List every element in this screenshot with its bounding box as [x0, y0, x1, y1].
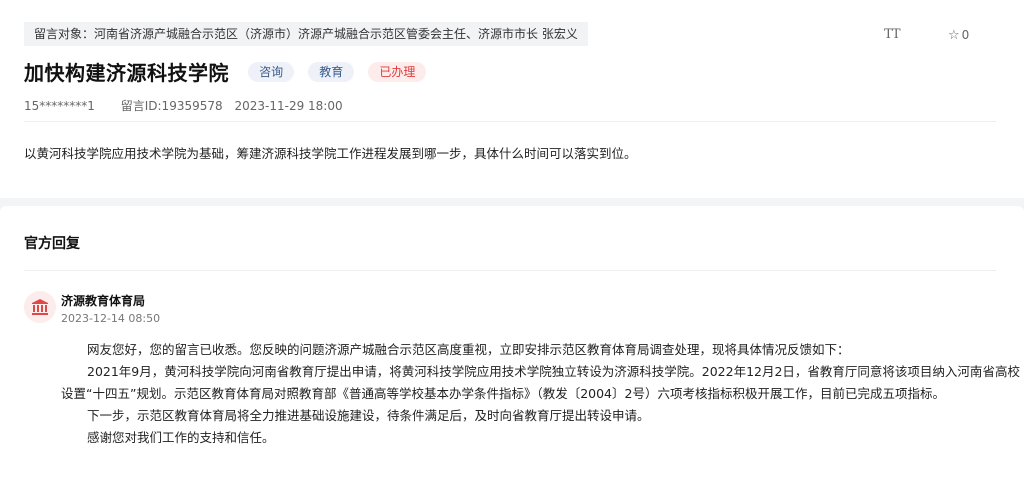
page-title: 加快构建济源科技学院 [24, 61, 229, 85]
government-building-icon [24, 291, 56, 323]
reply-card: 官方回复 济源教育体育局 2023-12-14 08:50 网友您好，您的留言已… [0, 206, 1024, 485]
status-badge: 已办理 [368, 61, 427, 82]
divider [24, 121, 996, 122]
star-icon: ☆ [948, 28, 960, 43]
reply-date: 2023-12-14 08:50 [61, 312, 161, 325]
reply-content: 网友您好，您的留言已收悉。您反映的问题济源产城融合示范区高度重视，立即安排示范区… [61, 339, 1020, 449]
favorite-count: 0 [961, 28, 970, 42]
reply-department: 济源教育体育局 [61, 294, 146, 308]
favorite-button[interactable]: ☆ 0 [948, 28, 969, 43]
reply-paragraph: 下一步，示范区教育体育局将全力推进基础设施建设，待条件满足后，及时向省教育厅提出… [87, 408, 650, 423]
tag-inquiry[interactable]: 咨询 [248, 61, 295, 82]
reply-section-title: 官方回复 [24, 236, 80, 252]
reply-paragraph: 设置“十四五”规划。示范区教育体育局对照教育部《普通高等学校基本办学条件指标》（… [61, 386, 945, 401]
font-size-icon[interactable]: TT [884, 27, 901, 42]
author-id: 15********1 [24, 99, 95, 113]
reply-paragraph: 2021年9月，黄河科技学院向河南省教育厅提出申请，将黄河科技学院应用技术学院独… [87, 364, 1020, 379]
tag-education[interactable]: 教育 [308, 61, 355, 82]
message-content: 以黄河科技学院应用技术学院为基础，筹建济源科技学院工作进程发展到哪一步，具体什么… [24, 146, 637, 161]
message-id: 留言ID:19359578 [120, 99, 223, 113]
divider [24, 270, 996, 271]
title-row: 加快构建济源科技学院 咨询 教育 已办理 [24, 57, 427, 85]
message-meta: 15********1 留言ID:19359578 2023-11-29 18:… [24, 97, 365, 114]
reply-paragraph: 网友您好，您的留言已收悉。您反映的问题济源产城融合示范区高度重视，立即安排示范区… [87, 342, 850, 357]
message-target: 留言对象：河南省济源产城融合示范区（济源市）济源产城融合示范区管委会主任、济源市… [24, 22, 588, 46]
message-datetime: 2023-11-29 18:00 [234, 99, 343, 113]
message-card: 留言对象：河南省济源产城融合示范区（济源市）济源产城融合示范区管委会主任、济源市… [0, 0, 1024, 198]
reply-paragraph: 感谢您对我们工作的支持和信任。 [87, 430, 275, 445]
